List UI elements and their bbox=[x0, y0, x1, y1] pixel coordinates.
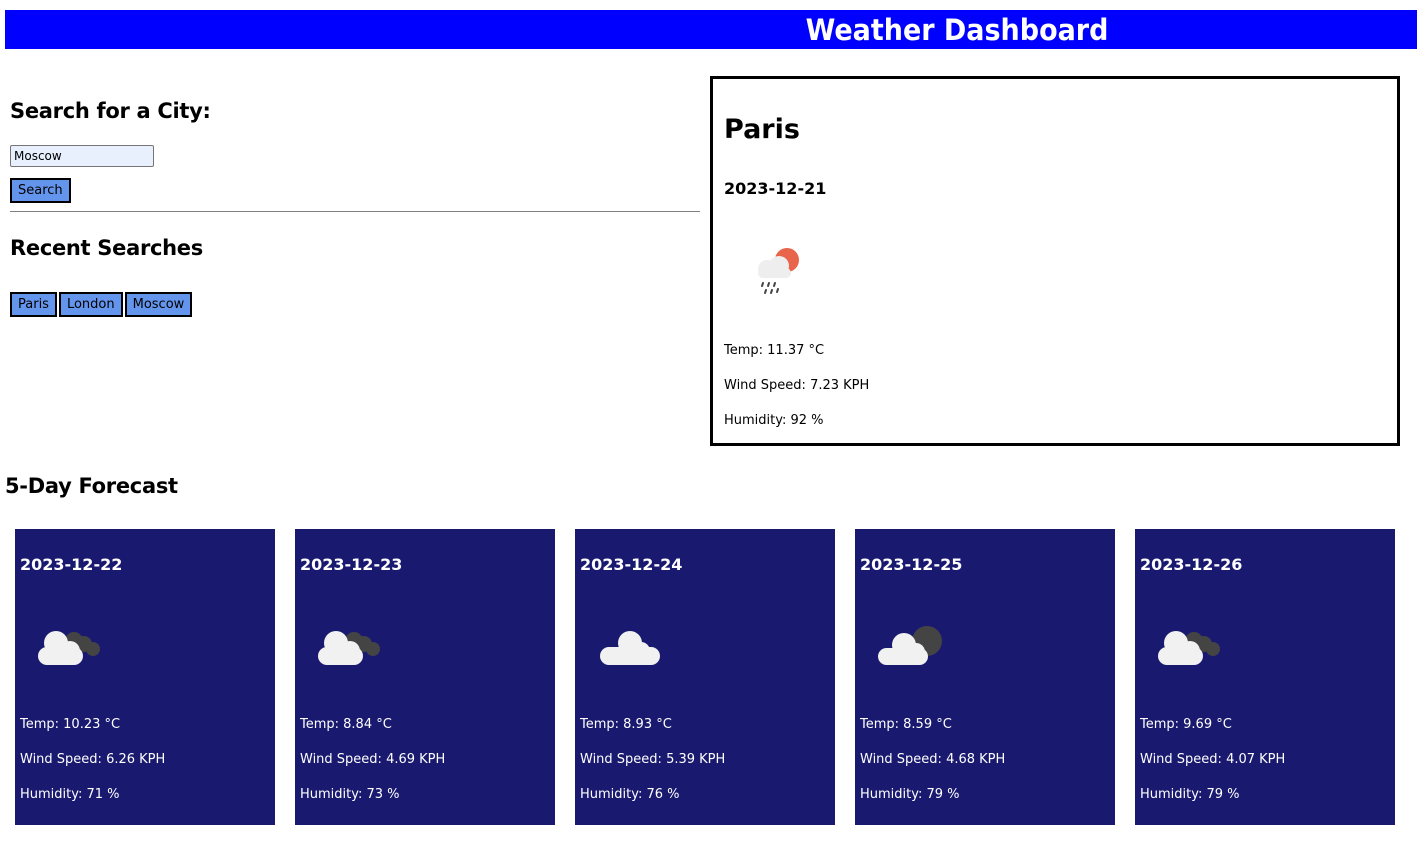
current-date: 2023-12-21 bbox=[724, 179, 827, 198]
current-humidity: Humidity: 92 % bbox=[724, 413, 824, 428]
recent-searches-heading: Recent Searches bbox=[10, 236, 203, 260]
forecast-wind-speed: Wind Speed: 4.68 KPH bbox=[860, 752, 1006, 767]
broken-clouds-icon bbox=[38, 631, 100, 665]
forecast-temp: Temp: 9.69 °C bbox=[1140, 717, 1232, 732]
broken-clouds-icon bbox=[318, 631, 380, 665]
forecast-temp: Temp: 8.93 °C bbox=[580, 717, 672, 732]
forecast-temp: Temp: 10.23 °C bbox=[20, 717, 121, 732]
forecast-card: 2023-12-25 Temp: 8.59 °C Wind Speed: 4.6… bbox=[855, 529, 1115, 825]
forecast-humidity: Humidity: 71 % bbox=[20, 787, 120, 802]
forecast-wind-speed: Wind Speed: 4.07 KPH bbox=[1140, 752, 1286, 767]
forecast-date: 2023-12-24 bbox=[580, 555, 683, 574]
forecast-wind-speed: Wind Speed: 5.39 KPH bbox=[580, 752, 726, 767]
forecast-humidity: Humidity: 76 % bbox=[580, 787, 680, 802]
forecast-card: 2023-12-26 Temp: 9.69 °C Wind Speed: 4.0… bbox=[1135, 529, 1395, 825]
forecast-temp: Temp: 8.59 °C bbox=[860, 717, 952, 732]
current-temp: Temp: 11.37 °C bbox=[724, 343, 825, 358]
search-button[interactable]: Search bbox=[10, 178, 71, 203]
current-weather-panel: Paris 2023-12-21 Temp: 11.37 °C Wind Spe… bbox=[710, 76, 1400, 446]
forecast-card: 2023-12-24 Temp: 8.93 °C Wind Speed: 5.3… bbox=[575, 529, 835, 825]
current-city-name: Paris bbox=[724, 114, 800, 145]
forecast-heading: 5-Day Forecast bbox=[5, 474, 178, 498]
forecast-date: 2023-12-25 bbox=[860, 555, 963, 574]
search-heading: Search for a City: bbox=[10, 99, 211, 123]
forecast-wind-speed: Wind Speed: 4.69 KPH bbox=[300, 752, 446, 767]
rain-sun-icon bbox=[758, 248, 799, 294]
forecast-humidity: Humidity: 73 % bbox=[300, 787, 400, 802]
app-header: Weather Dashboard bbox=[5, 10, 1417, 49]
forecast-humidity: Humidity: 79 % bbox=[1140, 787, 1240, 802]
forecast-card: 2023-12-22 Temp: 10.23 °C Wind Speed: 6.… bbox=[15, 529, 275, 825]
city-search-input[interactable] bbox=[10, 145, 154, 167]
broken-clouds-icon bbox=[1158, 631, 1220, 665]
current-wind-speed: Wind Speed: 7.23 KPH bbox=[724, 378, 870, 393]
page-title: Weather Dashboard bbox=[805, 13, 1109, 47]
cloud-icon bbox=[600, 631, 660, 665]
forecast-date: 2023-12-26 bbox=[1140, 555, 1243, 574]
recent-city-button-london[interactable]: London bbox=[58, 292, 123, 317]
forecast-temp: Temp: 8.84 °C bbox=[300, 717, 392, 732]
divider bbox=[10, 211, 700, 212]
recent-searches-list: Paris London Moscow bbox=[10, 292, 193, 317]
cloud-night-icon bbox=[878, 626, 942, 665]
forecast-date: 2023-12-22 bbox=[20, 555, 123, 574]
forecast-humidity: Humidity: 79 % bbox=[860, 787, 960, 802]
recent-city-button-paris[interactable]: Paris bbox=[10, 292, 57, 317]
forecast-card: 2023-12-23 Temp: 8.84 °C Wind Speed: 4.6… bbox=[295, 529, 555, 825]
forecast-wind-speed: Wind Speed: 6.26 KPH bbox=[20, 752, 166, 767]
recent-city-button-moscow[interactable]: Moscow bbox=[124, 292, 193, 317]
forecast-date: 2023-12-23 bbox=[300, 555, 403, 574]
